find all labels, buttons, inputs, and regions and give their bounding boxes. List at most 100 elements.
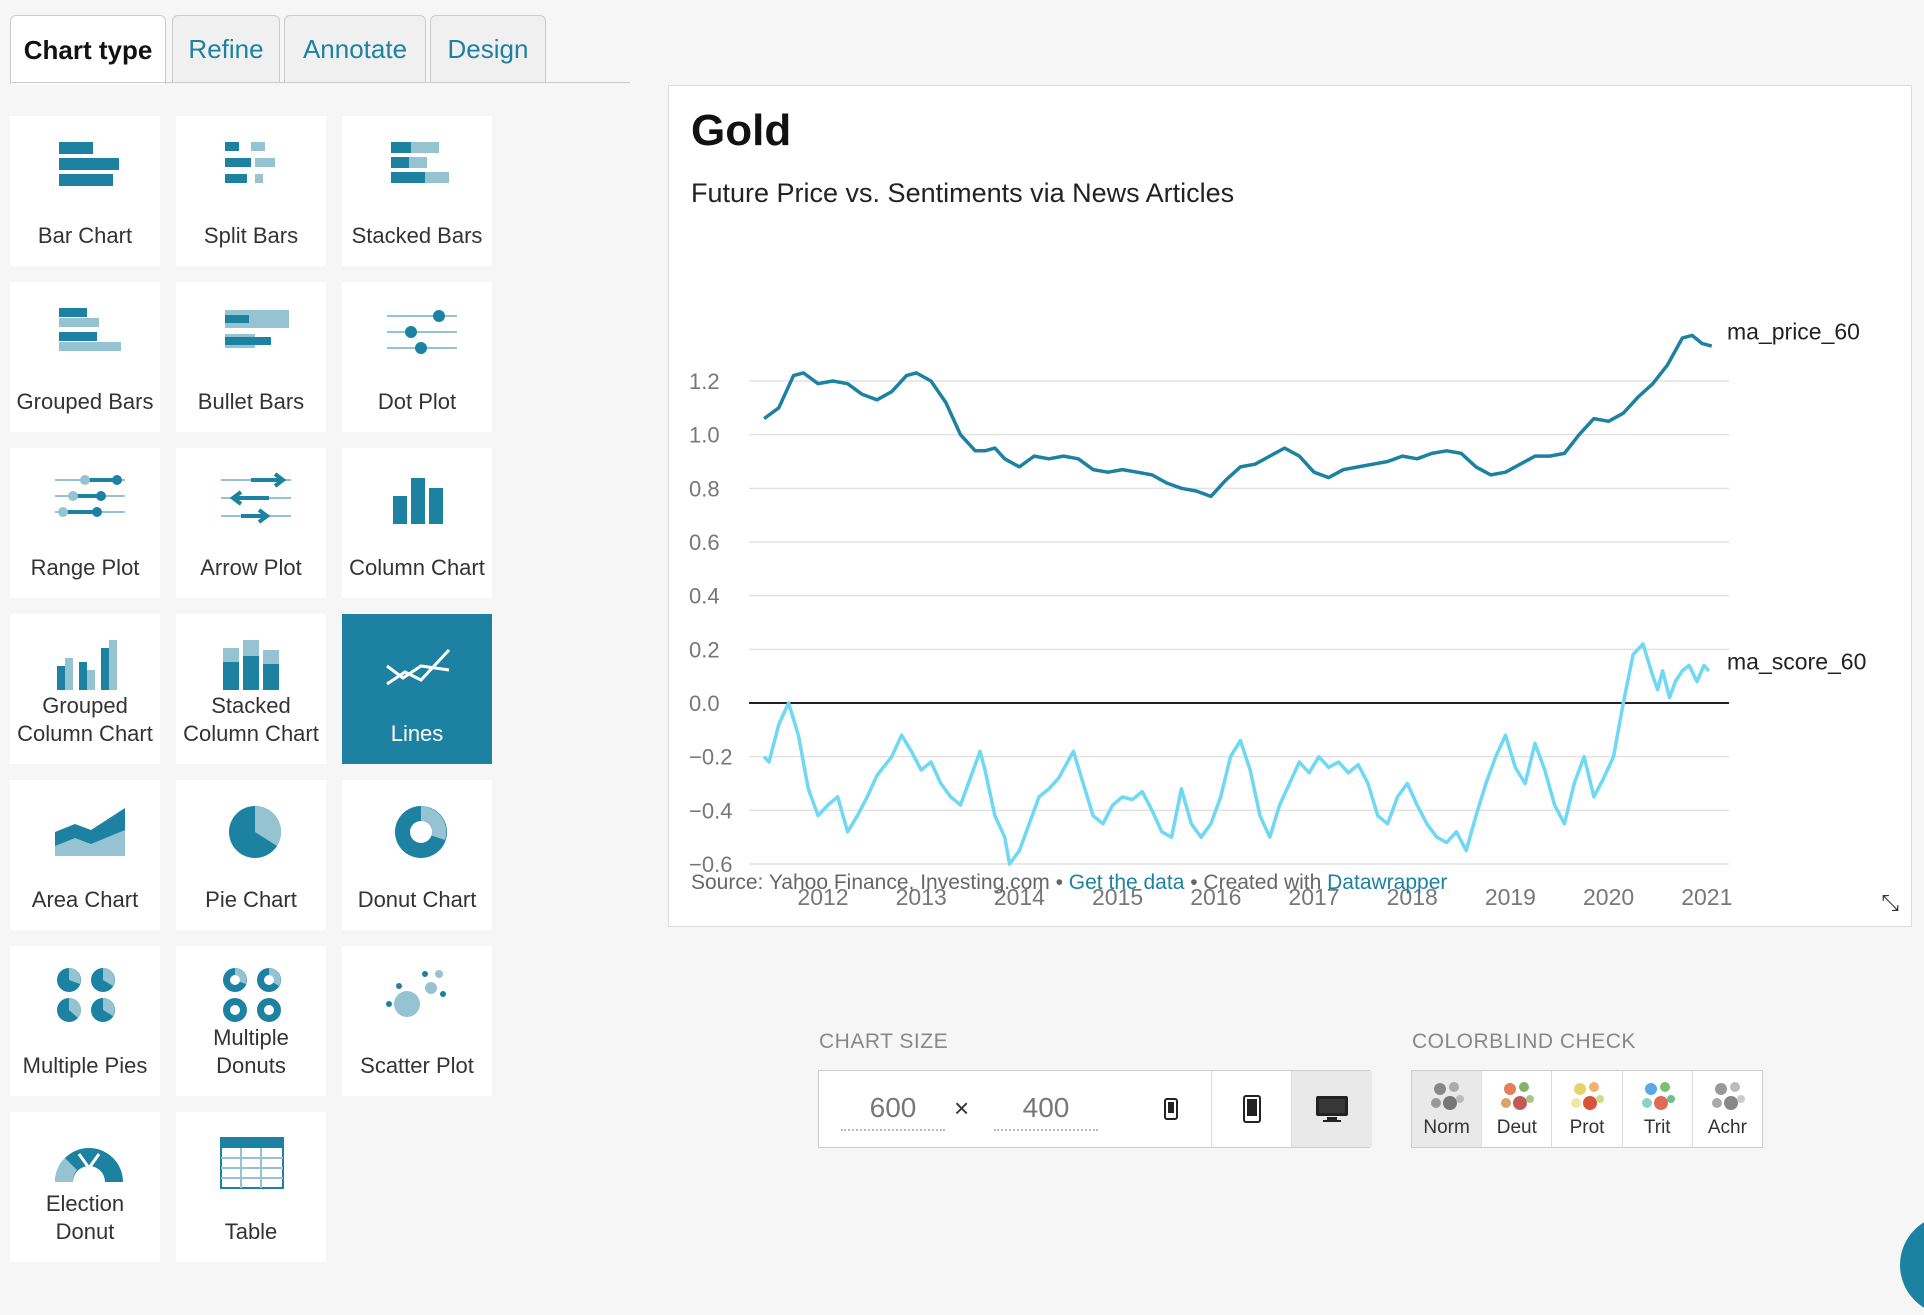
chart-type-lines[interactable]: Lines: [342, 614, 492, 764]
chart-type-label: Dot Plot: [377, 389, 457, 414]
chart-type-bullet-bars[interactable]: Bullet Bars: [176, 282, 326, 432]
x-tick-label: 2019: [1485, 884, 1536, 910]
chart-type-label: Grouped Column Chart: [17, 693, 153, 746]
colorblind-swatch: [1659, 1082, 1670, 1092]
scatter-plot-icon: [377, 968, 457, 1048]
x-tick-label: 2020: [1583, 884, 1634, 910]
tab-design[interactable]: Design: [430, 15, 546, 83]
chart-type-label: Pie Chart: [205, 887, 297, 912]
column-chart-icon: [377, 470, 457, 550]
help-button[interactable]: [1900, 1215, 1924, 1315]
phone-small-icon[interactable]: [1131, 1071, 1211, 1147]
colorblind-swatch: [1449, 1082, 1459, 1092]
get-the-data-link[interactable]: Get the data: [1069, 871, 1185, 894]
tab-refine[interactable]: Refine: [172, 15, 280, 83]
series-line-ma_price_60: [763, 333, 1713, 499]
chart-type-arrow-plot[interactable]: Arrow Plot: [176, 448, 326, 598]
chart-type-pie-chart[interactable]: Pie Chart: [176, 780, 326, 930]
chart-size-label: CHART SIZE: [819, 1030, 949, 1053]
desktop-icon[interactable]: [1291, 1071, 1372, 1147]
datawrapper-link[interactable]: Datawrapper: [1327, 871, 1447, 894]
colorblind-swatch-icon: [1501, 1082, 1535, 1110]
series-line-ma_score_60: [762, 642, 1711, 866]
colorblind-swatch: [1711, 1098, 1722, 1108]
colorblind-mode-label: Deut: [1496, 1117, 1537, 1138]
chart-type-table[interactable]: Table: [176, 1112, 326, 1262]
colorblind-swatch: [1571, 1098, 1582, 1108]
colorblind-swatch: [1653, 1096, 1668, 1110]
colorblind-norm-button[interactable]: Norm: [1412, 1071, 1482, 1147]
chart-type-bar-chart[interactable]: Bar Chart: [10, 116, 160, 266]
tab-annotate[interactable]: Annotate: [284, 15, 426, 83]
colorblind-swatch: [1714, 1083, 1727, 1095]
colorblind-swatch-icon: [1711, 1082, 1745, 1110]
colorblind-check-label: COLORBLIND CHECK: [1412, 1030, 1636, 1053]
split-bars-icon: [211, 138, 291, 218]
chart-type-label: Area Chart: [31, 887, 139, 912]
chart-type-label: Bullet Bars: [197, 389, 305, 414]
line-chart: 1.21.00.80.60.40.20.0−0.2−0.4−0.62012 201…: [689, 318, 1866, 910]
times-symbol: ×: [954, 1093, 970, 1123]
range-plot-icon: [45, 470, 125, 550]
chart-type-label: Column Chart: [349, 555, 485, 580]
colorblind-trit-button[interactable]: Trit: [1621, 1071, 1692, 1147]
chart-type-stacked-column[interactable]: Stacked Column Chart: [176, 614, 326, 764]
chart-height-input[interactable]: [994, 1087, 1098, 1131]
chart-type-stacked-bars[interactable]: Stacked Bars: [342, 116, 492, 266]
chart-type-area-chart[interactable]: Area Chart: [10, 780, 160, 930]
colorblind-mode-label: Achr: [1707, 1117, 1747, 1138]
colorblind-mode-label: Norm: [1423, 1117, 1470, 1138]
colorblind-deut-button[interactable]: Deut: [1481, 1071, 1551, 1147]
chart-type-label: Multiple Donuts: [213, 1025, 289, 1078]
chart-type-column-chart[interactable]: Column Chart: [342, 448, 492, 598]
chart-type-scatter-plot[interactable]: Scatter Plot: [342, 946, 492, 1096]
y-tick-label: 0.8: [689, 476, 720, 501]
chart-type-split-bars[interactable]: Split Bars: [176, 116, 326, 266]
bar-chart-icon: [45, 138, 125, 218]
resize-handle-icon[interactable]: ⤡: [1881, 890, 1899, 916]
dot-plot-icon: [377, 304, 457, 384]
chart-type-grouped-bars[interactable]: Grouped Bars: [10, 282, 160, 432]
y-tick-label: −0.4: [689, 798, 732, 823]
phone-icon[interactable]: [1211, 1071, 1292, 1147]
colorblind-mode-label: Trit: [1643, 1117, 1671, 1138]
colorblind-swatch: [1583, 1096, 1598, 1110]
colorblind-swatch-icon: [1571, 1082, 1605, 1110]
colorblind-swatch: [1456, 1095, 1464, 1103]
chart-type-label: Lines: [390, 721, 444, 746]
chart-type-label: Donut Chart: [357, 887, 477, 912]
bullet-bars-icon: [211, 304, 291, 384]
colorblind-swatch: [1574, 1083, 1587, 1095]
chart-type-label: Scatter Plot: [360, 1053, 474, 1078]
chart-type-label: Grouped Bars: [16, 389, 154, 414]
chart-type-label: Table: [224, 1219, 278, 1244]
series-label: ma_score_60: [1727, 648, 1866, 674]
colorblind-swatch: [1589, 1082, 1600, 1092]
chart-type-dot-plot[interactable]: Dot Plot: [342, 282, 492, 432]
tab-divider: [10, 82, 630, 83]
footer-source: Source: Yahoo Finance, Investing.com •: [691, 871, 1069, 894]
chart-type-range-plot[interactable]: Range Plot: [10, 448, 160, 598]
y-tick-label: −0.2: [689, 745, 732, 770]
chart-type-election-donut[interactable]: Election Donut: [10, 1112, 160, 1262]
chart-type-donut-chart[interactable]: Donut Chart: [342, 780, 492, 930]
colorblind-swatch: [1729, 1082, 1740, 1092]
chart-type-label: Split Bars: [203, 223, 299, 248]
y-tick-label: 0.2: [689, 637, 720, 662]
y-tick-label: 0.0: [689, 691, 720, 716]
colorblind-mode-label: Prot: [1569, 1117, 1605, 1138]
grouped-bars-icon: [45, 304, 125, 384]
tab-chart-type[interactable]: Chart type: [10, 15, 166, 84]
chart-type-multiple-donuts[interactable]: Multiple Donuts: [176, 946, 326, 1096]
chart-type-multiple-pies[interactable]: Multiple Pies: [10, 946, 160, 1096]
chart-type-label: Election Donut: [45, 1191, 125, 1244]
colorblind-swatch: [1644, 1083, 1657, 1095]
chart-type-grouped-column[interactable]: Grouped Column Chart: [10, 614, 160, 764]
chart-width-input[interactable]: [841, 1087, 945, 1131]
colorblind-achr-button[interactable]: Achr: [1691, 1071, 1762, 1147]
y-tick-label: 0.6: [689, 530, 720, 555]
y-tick-label: 0.4: [689, 584, 720, 609]
donut-chart-icon: [377, 802, 457, 882]
chart-type-label: Stacked Column Chart: [183, 693, 319, 746]
colorblind-prot-button[interactable]: Prot: [1551, 1071, 1621, 1147]
